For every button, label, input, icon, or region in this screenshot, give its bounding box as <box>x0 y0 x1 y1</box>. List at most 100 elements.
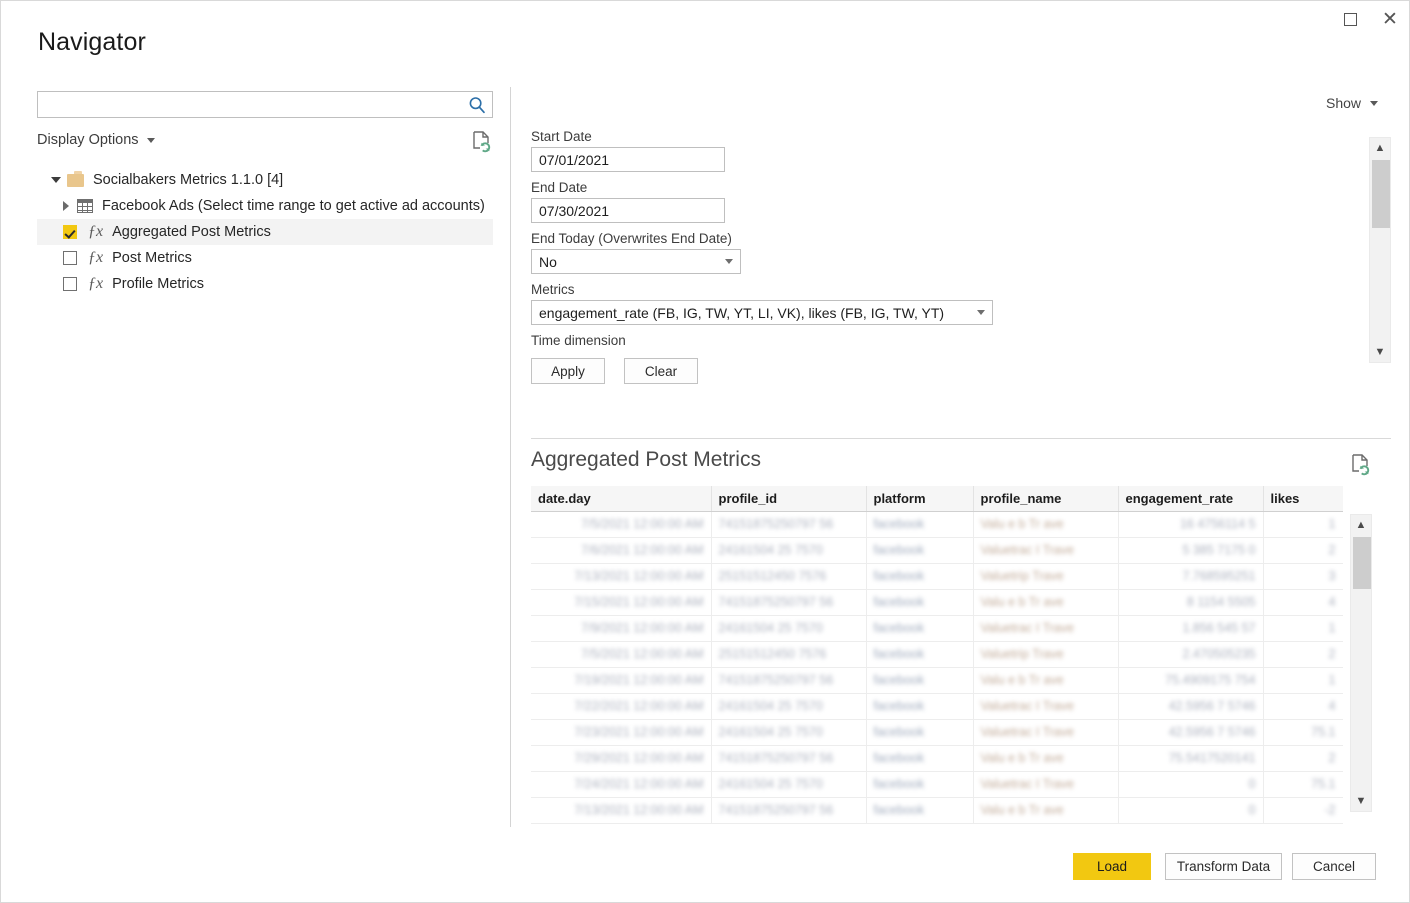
transform-data-button[interactable]: Transform Data <box>1165 853 1282 880</box>
column-header-engagement-rate[interactable]: engagement_rate <box>1118 486 1264 512</box>
tree-item-post-metrics[interactable]: ƒx Post Metrics <box>37 245 493 271</box>
start-date-label: Start Date <box>531 129 592 144</box>
table-cell-profile-id: 74151875250797 56 <box>711 511 867 538</box>
table-cell-profile-id: 24161504 25 7570 <box>711 615 867 642</box>
parameters-form: Start Date End Date End Today (Overwrite… <box>531 129 1361 384</box>
table-cell-platform: facebook <box>866 641 974 668</box>
table-cell-likes: 1 <box>1263 667 1343 694</box>
form-button-row: Apply Clear <box>531 358 1361 384</box>
table-row[interactable]: 7/15/2021 12:00:00 AM 74151875250797 56 fa… <box>531 589 1343 616</box>
table-cell-profile-name: Valu e b Tr ave <box>973 797 1119 824</box>
maximize-icon <box>1343 12 1357 26</box>
end-date-label: End Date <box>531 180 588 195</box>
scroll-up-icon[interactable]: ▲ <box>1370 138 1390 158</box>
end-today-field: End Today (Overwrites End Date) No <box>531 231 1361 274</box>
scroll-down-icon[interactable]: ▼ <box>1370 342 1390 362</box>
time-dimension-label: Time dimension <box>531 333 626 348</box>
table-cell-platform: facebook <box>866 589 974 616</box>
preview-title: Aggregated Post Metrics <box>531 448 761 471</box>
close-button[interactable]: ✕ <box>1371 5 1409 33</box>
table-row[interactable]: 7/5/2021 12:00:00 AM 74151875250797 56 fac… <box>531 511 1343 538</box>
tree-item-profile-metrics[interactable]: ƒx Profile Metrics <box>37 271 493 297</box>
search-input[interactable] <box>38 92 462 117</box>
table-row[interactable]: 7/5/2021 12:00:00 AM 25151512450 7576 face… <box>531 641 1343 668</box>
table-cell-date-day: 7/5/2021 12:00:00 AM <box>531 641 712 668</box>
scrollbar-thumb[interactable] <box>1372 160 1390 228</box>
document-refresh-icon[interactable] <box>471 130 493 154</box>
tree-item-socialbakers-metrics[interactable]: Socialbakers Metrics 1.1.0 [4] <box>37 167 493 193</box>
column-header-profile-name[interactable]: profile_name <box>973 486 1119 512</box>
scrollbar-thumb[interactable] <box>1353 537 1371 589</box>
table-cell-engagement-rate: 75.5417520141 <box>1118 745 1264 772</box>
apply-button[interactable]: Apply <box>531 358 605 384</box>
chevron-down-icon <box>725 259 733 264</box>
clear-button[interactable]: Clear <box>624 358 698 384</box>
form-scrollbar[interactable]: ▲ ▼ <box>1369 137 1391 363</box>
tree-item-checkbox[interactable] <box>63 277 77 291</box>
table-cell-likes: 1 <box>1263 615 1343 642</box>
table-cell-date-day: 7/22/2021 12:00:00 AM <box>531 693 712 720</box>
table-row[interactable]: 7/13/2021 12:00:00 AM 25151512450 7576 fac… <box>531 563 1343 590</box>
cancel-button[interactable]: Cancel <box>1292 853 1376 880</box>
table-row[interactable]: 7/13/2021 12:00:00 AM 74151875250797 56 fa… <box>531 797 1343 824</box>
table-row[interactable]: 7/22/2021 12:00:00 AM 24161504 25 7570 fac… <box>531 693 1343 720</box>
table-cell-profile-name: Valu e b Tr ave <box>973 589 1119 616</box>
tree-item-aggregated-post-metrics[interactable]: ƒx Aggregated Post Metrics <box>37 219 493 245</box>
table-row[interactable]: 7/9/2021 12:00:00 AM 24161504 25 7570 face… <box>531 615 1343 642</box>
tree-item-label: Socialbakers Metrics 1.1.0 [4] <box>93 172 284 188</box>
table-cell-profile-name: Valuetrac I Trave <box>973 693 1119 720</box>
end-date-input[interactable] <box>531 198 725 223</box>
table-cell-profile-id: 74151875250797 56 <box>711 797 867 824</box>
search-box[interactable] <box>37 91 493 118</box>
triangle-expanded-icon[interactable] <box>45 177 67 183</box>
table-cell-profile-name: Valu e b Tr ave <box>973 745 1119 772</box>
end-today-select[interactable]: No <box>531 249 741 274</box>
fx-function-icon: ƒx <box>88 275 104 292</box>
triangle-collapsed-icon[interactable] <box>55 201 77 211</box>
table-cell-likes: 2 <box>1263 537 1343 564</box>
table-cell-profile-name: Valuetrip Trave <box>973 563 1119 590</box>
column-header-date-day[interactable]: date.day <box>531 486 712 512</box>
table-row[interactable]: 7/23/2021 12:00:00 AM 24161504 25 7570 fac… <box>531 719 1343 746</box>
table-cell-likes: 75.1 <box>1263 771 1343 798</box>
start-date-input[interactable] <box>531 147 725 172</box>
table-cell-likes: 2 <box>1263 745 1343 772</box>
table-cell-profile-id: 24161504 25 7570 <box>711 537 867 564</box>
table-cell-platform: facebook <box>866 667 974 694</box>
show-dropdown[interactable]: Show <box>1326 95 1379 111</box>
table-cell-engagement-rate: 5 385 7175 0 <box>1118 537 1264 564</box>
preview-table-container[interactable]: date.day profile_id platform profile_nam… <box>531 486 1343 826</box>
table-cell-likes: 4 <box>1263 589 1343 616</box>
show-dropdown-label: Show <box>1326 95 1362 111</box>
table-cell-engagement-rate: 7.768595251 <box>1118 563 1264 590</box>
column-header-likes[interactable]: likes <box>1263 486 1343 512</box>
metrics-select[interactable]: engagement_rate (FB, IG, TW, YT, LI, VK)… <box>531 300 993 325</box>
table-row[interactable]: 7/19/2021 12:00:00 AM 74151875250797 56 fa… <box>531 667 1343 694</box>
navigator-dialog: Navigator ✕ Display Options Socialbakers… <box>0 0 1410 903</box>
table-cell-date-day: 7/23/2021 12:00:00 AM <box>531 719 712 746</box>
time-dimension-field: Time dimension <box>531 333 1361 348</box>
table-scrollbar[interactable]: ▲ ▼ <box>1350 514 1372 812</box>
scroll-up-icon[interactable]: ▲ <box>1351 515 1371 535</box>
column-header-profile-id[interactable]: profile_id <box>711 486 867 512</box>
table-row[interactable]: 7/24/2021 12:00:00 AM 24161504 25 7570 fac… <box>531 771 1343 798</box>
table-row[interactable]: 7/29/2021 12:00:00 AM 74151875250797 56 fa… <box>531 745 1343 772</box>
column-header-platform[interactable]: platform <box>866 486 974 512</box>
tree-item-facebook-ads[interactable]: Facebook Ads (Select time range to get a… <box>37 193 493 219</box>
scroll-down-icon[interactable]: ▼ <box>1351 791 1371 811</box>
display-options-button[interactable]: Display Options <box>37 132 155 148</box>
table-cell-platform: facebook <box>866 797 974 824</box>
start-date-field: Start Date <box>531 129 1361 172</box>
tree-item-checkbox[interactable] <box>63 225 77 239</box>
document-refresh-icon[interactable] <box>1350 453 1372 477</box>
preview-divider <box>531 438 1391 439</box>
load-button[interactable]: Load <box>1073 853 1151 880</box>
tree-item-checkbox[interactable] <box>63 251 77 265</box>
close-icon: ✕ <box>1382 7 1398 30</box>
table-cell-profile-name: Valuetrip Trave <box>973 641 1119 668</box>
end-today-label: End Today (Overwrites End Date) <box>531 231 732 246</box>
table-row[interactable]: 7/6/2021 12:00:00 AM 24161504 25 7570 face… <box>531 537 1343 564</box>
tree-item-label: Post Metrics <box>112 250 192 266</box>
search-icon[interactable] <box>462 92 492 117</box>
maximize-button[interactable] <box>1331 5 1369 33</box>
